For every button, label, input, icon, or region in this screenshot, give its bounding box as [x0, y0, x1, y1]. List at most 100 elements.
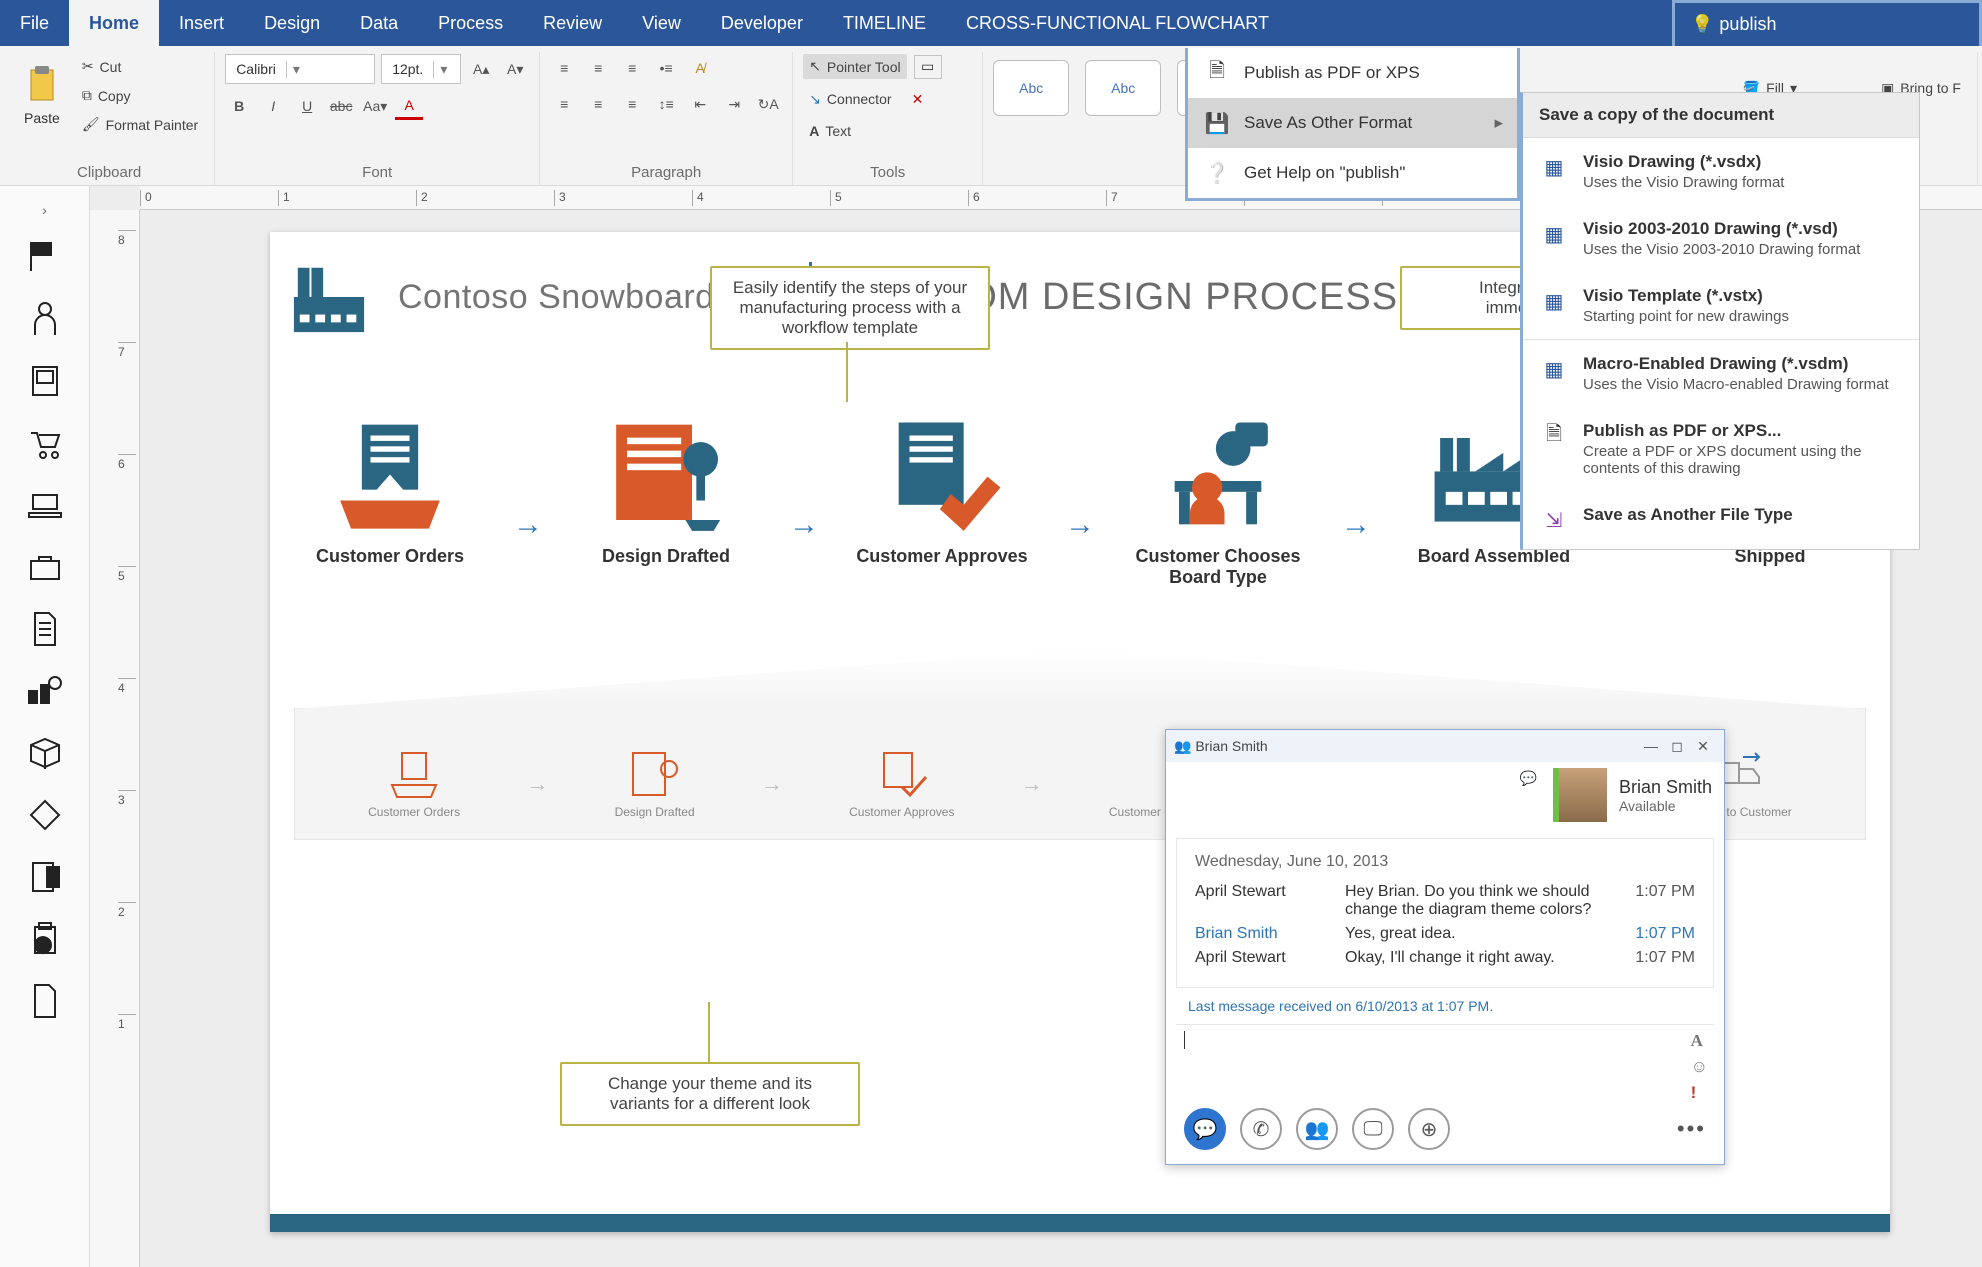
close-button[interactable]: ✕: [1690, 738, 1716, 755]
maximize-button[interactable]: ◻: [1664, 738, 1690, 755]
avatar[interactable]: [1553, 768, 1607, 822]
ribbon-tabs: File Home Insert Design Data Process Rev…: [0, 0, 1982, 46]
emoji-icon[interactable]: ☺: [1691, 1057, 1708, 1077]
stencil-person[interactable]: [0, 288, 89, 350]
align-middle-button[interactable]: ≡: [584, 54, 612, 82]
tab-process[interactable]: Process: [418, 0, 523, 46]
font-format-icon[interactable]: A: [1691, 1031, 1708, 1051]
message-input[interactable]: A ☺ !: [1176, 1024, 1714, 1094]
align-right-button[interactable]: ≡: [618, 90, 646, 118]
factory-logo-icon: [290, 258, 368, 336]
tab-crossfunctional[interactable]: CROSS-FUNCTIONAL FLOWCHART: [946, 0, 1289, 46]
minimize-button[interactable]: —: [1638, 738, 1664, 754]
stencil-page[interactable]: [0, 970, 89, 1032]
thumb-orders[interactable]: Customer Orders: [368, 749, 460, 819]
align-bottom-button[interactable]: ≡: [618, 54, 646, 82]
tab-file[interactable]: File: [0, 0, 69, 46]
stencil-kiosk[interactable]: [0, 350, 89, 412]
saveas-vsdx[interactable]: ▦Visio Drawing (*.vsdx)Uses the Visio Dr…: [1523, 138, 1919, 205]
saveas-vsd[interactable]: ▦Visio 2003-2010 Drawing (*.vsd)Uses the…: [1523, 205, 1919, 272]
shape-style-2[interactable]: Abc: [1085, 60, 1161, 116]
stencil-document[interactable]: [0, 598, 89, 660]
indent-inc-button[interactable]: ⇥: [720, 90, 748, 118]
format-painter-button[interactable]: 🖌Format Painter: [76, 112, 204, 137]
saveas-vstx[interactable]: ▦Visio Template (*.vstx)Starting point f…: [1523, 272, 1919, 339]
saveas-pdfxps[interactable]: 🗎Publish as PDF or XPS...Create a PDF or…: [1523, 407, 1919, 491]
stencil-report[interactable]: [0, 846, 89, 908]
stencil-clipboard[interactable]: [0, 908, 89, 970]
expand-shapes-button[interactable]: ›: [0, 194, 89, 226]
thumb-drafted[interactable]: Design Drafted: [615, 749, 695, 819]
stencil-flag[interactable]: [0, 226, 89, 288]
delete-connector-button[interactable]: ✕: [904, 85, 932, 113]
flow-arrow-icon: →: [1065, 508, 1095, 542]
call-button[interactable]: ✆: [1240, 1108, 1282, 1150]
stencil-box[interactable]: [0, 722, 89, 784]
saveas-other[interactable]: ⇲Save as Another File Type: [1523, 491, 1919, 549]
grow-font-button[interactable]: A▴: [467, 55, 495, 83]
font-size-combo[interactable]: 12pt.▾: [381, 54, 461, 84]
im-button[interactable]: 💬: [1184, 1108, 1226, 1150]
chat-line: April StewartOkay, I'll change it right …: [1195, 949, 1695, 967]
tab-design[interactable]: Design: [244, 0, 340, 46]
indent-dec-button[interactable]: ⇤: [686, 90, 714, 118]
bullets-button[interactable]: •≡: [652, 54, 680, 82]
pointer-tool-button[interactable]: ↖Pointer Tool: [803, 54, 906, 79]
participants-button[interactable]: ⊕: [1408, 1108, 1450, 1150]
tell-me-box[interactable]: 💡: [1672, 0, 1982, 46]
tm-result-help[interactable]: ❔Get Help on "publish": [1188, 148, 1517, 198]
cut-button[interactable]: ✂Cut: [76, 54, 204, 79]
underline-button[interactable]: U: [293, 92, 321, 120]
tab-review[interactable]: Review: [523, 0, 622, 46]
visio-icon: ▦: [1539, 219, 1569, 249]
strike-button[interactable]: abc: [327, 92, 355, 120]
stencil-decision[interactable]: [0, 784, 89, 846]
stencil-laptop[interactable]: [0, 474, 89, 536]
stencil-analytics[interactable]: [0, 660, 89, 722]
rotate-text-button[interactable]: ↻A: [754, 90, 782, 118]
rectangle-tool[interactable]: ▭: [914, 55, 942, 79]
video-button[interactable]: 👥: [1296, 1108, 1338, 1150]
text-tool-button[interactable]: AText: [803, 119, 972, 143]
lync-window: 👥 Brian Smith — ◻ ✕ 💬 Brian Smith Availa…: [1165, 729, 1725, 1165]
group-label: Font: [225, 160, 529, 183]
step-customer-approves[interactable]: Customer Approves: [842, 416, 1042, 567]
tab-home[interactable]: Home: [69, 0, 159, 46]
stencil-briefcase[interactable]: [0, 536, 89, 598]
step-customer-chooses[interactable]: Customer Chooses Board Type: [1118, 416, 1318, 588]
font-name-combo[interactable]: Calibri▾: [225, 54, 375, 84]
tell-me-input[interactable]: [1719, 14, 1939, 35]
present-button[interactable]: 🖵: [1352, 1108, 1394, 1150]
tab-developer[interactable]: Developer: [701, 0, 823, 46]
align-top-button[interactable]: ≡: [550, 54, 578, 82]
step-customer-orders[interactable]: Customer Orders: [290, 416, 490, 567]
priority-icon[interactable]: !: [1691, 1083, 1708, 1103]
saveas-vsdm[interactable]: ▦Macro-Enabled Drawing (*.vsdm)Uses the …: [1523, 340, 1919, 407]
submenu-header: Save a copy of the document: [1523, 93, 1919, 138]
stencil-cart[interactable]: [0, 412, 89, 474]
bold-button[interactable]: B: [225, 92, 253, 120]
lync-title: Brian Smith: [1195, 738, 1267, 754]
align-left-button[interactable]: ≡: [550, 90, 578, 118]
lync-titlebar[interactable]: 👥 Brian Smith — ◻ ✕: [1166, 730, 1724, 762]
tab-insert[interactable]: Insert: [159, 0, 244, 46]
tab-timeline[interactable]: TIMELINE: [823, 0, 946, 46]
tab-view[interactable]: View: [622, 0, 701, 46]
more-button[interactable]: •••: [1677, 1116, 1706, 1142]
shape-style-1[interactable]: Abc: [993, 60, 1069, 116]
thumb-approves[interactable]: Customer Approves: [849, 749, 954, 819]
shrink-font-button[interactable]: A▾: [501, 55, 529, 83]
italic-button[interactable]: I: [259, 92, 287, 120]
font-color-button[interactable]: A: [395, 92, 423, 120]
connector-tool-button[interactable]: ↘Connector: [803, 87, 897, 112]
case-button[interactable]: Aa▾: [361, 92, 389, 120]
tm-result-pdf[interactable]: 🗎Publish as PDF or XPS: [1188, 48, 1517, 98]
step-design-drafted[interactable]: Design Drafted: [566, 416, 766, 567]
line-spacing-button[interactable]: ↕≡: [652, 90, 680, 118]
paste-button[interactable]: Paste: [14, 62, 70, 130]
clear-format-button[interactable]: A̸: [686, 54, 714, 82]
tm-result-saveas[interactable]: 💾Save As Other Format▸: [1188, 98, 1517, 148]
align-center-button[interactable]: ≡: [584, 90, 612, 118]
tab-data[interactable]: Data: [340, 0, 418, 46]
copy-button[interactable]: ⧉Copy: [76, 83, 204, 108]
